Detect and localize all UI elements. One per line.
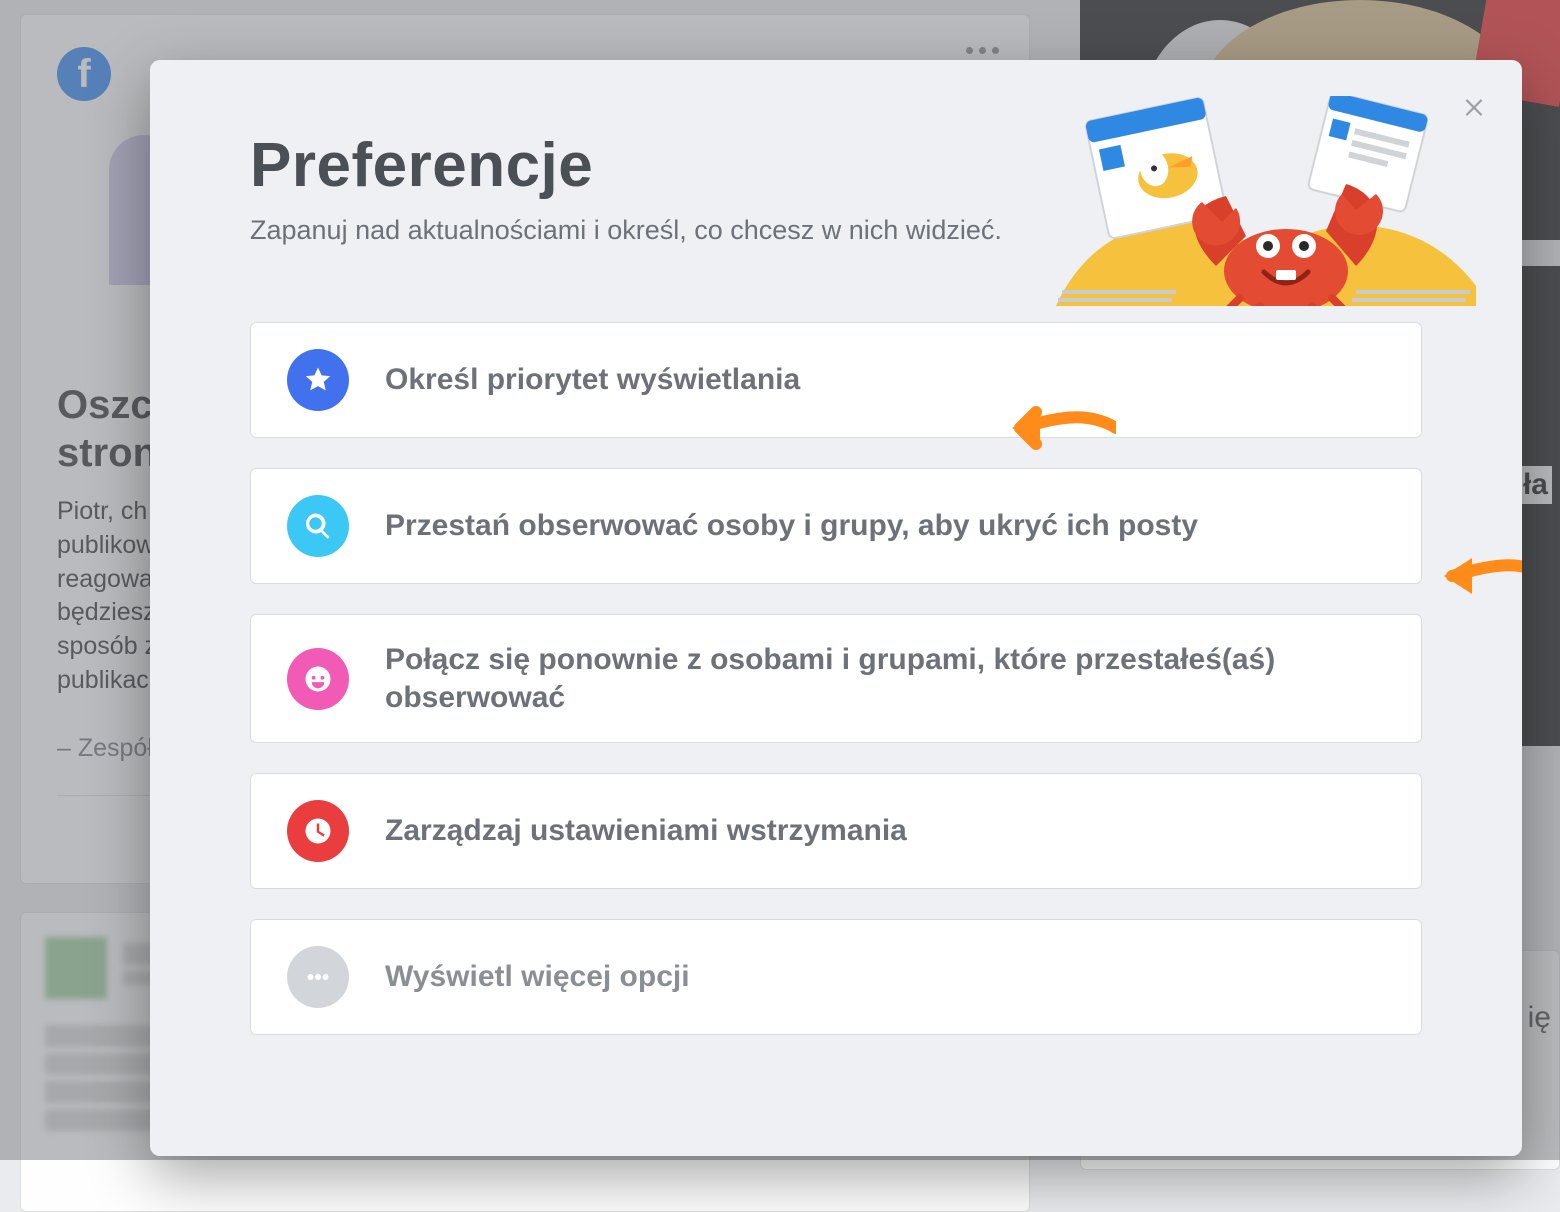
option-label: Zarządzaj ustawieniami wstrzymania xyxy=(385,812,907,850)
option-more[interactable]: Wyświetl więcej opcji xyxy=(250,919,1422,1035)
modal-header: Preferencje Zapanuj nad aktualnościami i… xyxy=(150,60,1522,266)
option-prioritize[interactable]: Określ priorytet wyświetlania xyxy=(250,322,1422,438)
clock-icon xyxy=(287,800,349,862)
search-icon xyxy=(287,495,349,557)
option-label: Połącz się ponownie z osobami i grupami,… xyxy=(385,641,1385,716)
star-icon xyxy=(287,349,349,411)
ellipsis-icon xyxy=(287,946,349,1008)
option-label: Przestań obserwować osoby i grupy, aby u… xyxy=(385,507,1198,545)
options-list: Określ priorytet wyświetlania Przestań o… xyxy=(150,266,1522,1075)
option-snooze[interactable]: Zarządzaj ustawieniami wstrzymania xyxy=(250,773,1422,889)
option-label: Określ priorytet wyświetlania xyxy=(385,361,800,399)
modal-subtitle: Zapanuj nad aktualnościami i określ, co … xyxy=(250,215,1422,246)
option-unfollow[interactable]: Przestań obserwować osoby i grupy, aby u… xyxy=(250,468,1422,584)
preferences-modal: Preferencje Zapanuj nad aktualnościami i… xyxy=(150,60,1522,1156)
option-label: Wyświetl więcej opcji xyxy=(385,958,690,996)
option-reconnect[interactable]: Połącz się ponownie z osobami i grupami,… xyxy=(250,614,1422,743)
modal-title: Preferencje xyxy=(250,130,1422,201)
smile-icon xyxy=(287,648,349,710)
